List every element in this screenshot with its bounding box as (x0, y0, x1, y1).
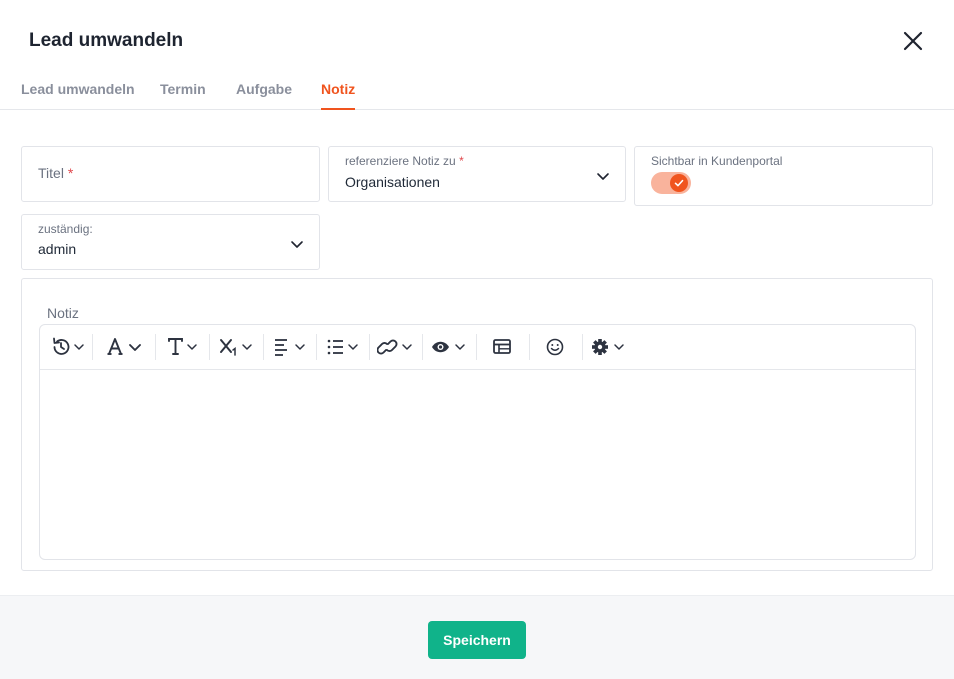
editor-toolbar (40, 325, 915, 370)
reference-label: referenziere Notiz zu * (345, 154, 464, 168)
text-style-icon[interactable] (166, 335, 204, 359)
title-placeholder: Titel * (38, 165, 74, 181)
emoji-icon[interactable] (546, 335, 564, 359)
portal-visibility-label: Sichtbar in Kundenportal (651, 154, 783, 168)
close-icon[interactable] (898, 26, 928, 56)
note-editor-area[interactable] (40, 371, 915, 559)
note-label: Notiz (47, 305, 79, 321)
align-icon[interactable] (274, 335, 310, 359)
portal-visibility-field: Sichtbar in Kundenportal (634, 146, 933, 206)
save-button[interactable]: Speichern (428, 621, 526, 659)
dialog-title: Lead umwandeln (29, 30, 184, 51)
subscript-icon[interactable] (219, 335, 257, 359)
reference-value: Organisationen (345, 174, 440, 190)
settings-icon[interactable] (591, 335, 629, 359)
tab-lead-umwandeln[interactable]: Lead umwandeln (21, 81, 135, 110)
tab-aufgabe[interactable]: Aufgabe (236, 81, 292, 110)
table-icon[interactable] (493, 335, 511, 359)
tab-termin[interactable]: Termin (160, 81, 206, 110)
dialog-header: Lead umwandeln (0, 0, 954, 80)
link-icon[interactable] (377, 335, 417, 359)
chevron-down-icon (597, 173, 609, 180)
note-field: Notiz (21, 278, 933, 571)
required-mark: * (459, 154, 464, 168)
reference-select[interactable]: referenziere Notiz zu * Organisationen (328, 146, 626, 202)
list-icon[interactable] (327, 335, 365, 359)
assignee-select[interactable]: zuständig: admin (21, 214, 320, 270)
title-field[interactable]: Titel * (21, 146, 320, 202)
required-mark: * (67, 165, 74, 181)
rich-text-editor (39, 324, 916, 560)
assignee-label: zuständig: (38, 222, 93, 236)
tab-bar: Lead umwandeln Termin Aufgabe Notiz (0, 72, 954, 110)
history-icon[interactable] (50, 335, 90, 359)
preview-icon[interactable] (431, 335, 471, 359)
tab-notiz[interactable]: Notiz (321, 81, 356, 110)
check-icon (670, 174, 688, 192)
assignee-value: admin (38, 241, 77, 257)
portal-visibility-toggle[interactable] (651, 172, 691, 194)
dialog-footer: Speichern (0, 595, 954, 679)
chevron-down-icon (291, 241, 303, 248)
font-color-icon[interactable] (106, 335, 146, 359)
